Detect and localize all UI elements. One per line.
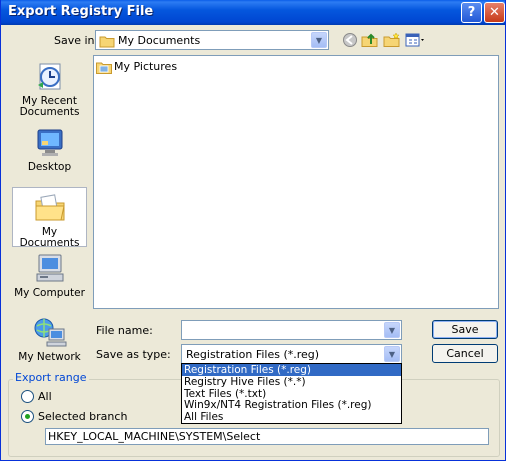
selected-branch-label[interactable]: Selected branch <box>38 410 127 423</box>
save-as-type-dropdown[interactable]: Registration Files (*.reg) ▼ <box>181 344 402 364</box>
export-registry-dialog: Export Registry File ? ✕ Save in: My Doc… <box>0 0 506 461</box>
selected-branch-radio[interactable] <box>21 410 34 423</box>
place-my-network[interactable]: My Network <box>12 317 87 363</box>
place-my-computer[interactable]: My Computer <box>12 253 87 305</box>
places-bar: My Recent Documents Desktop My Documents <box>12 53 87 363</box>
all-label[interactable]: All <box>38 390 52 403</box>
back-icon[interactable] <box>341 32 359 48</box>
dropdown-option[interactable]: Win9x/NT4 Registration Files (*.reg) <box>182 399 401 411</box>
file-name-label: File name: <box>96 324 153 337</box>
desktop-icon <box>37 129 62 156</box>
up-one-level-icon[interactable] <box>361 32 379 48</box>
folder-icon <box>99 36 115 48</box>
all-radio[interactable] <box>21 390 34 403</box>
my-computer-icon <box>36 254 63 282</box>
help-button[interactable]: ? <box>461 2 482 23</box>
cancel-button[interactable]: Cancel <box>432 344 498 363</box>
branch-path-value: HKEY_LOCAL_MACHINE\SYSTEM\Select <box>48 430 261 443</box>
dropdown-option[interactable]: All Files <box>182 411 401 423</box>
close-button[interactable]: ✕ <box>484 2 505 23</box>
place-recent-documents[interactable]: My Recent Documents <box>12 61 87 121</box>
new-folder-icon[interactable] <box>383 32 401 48</box>
file-name-input[interactable]: ▼ <box>181 320 402 340</box>
file-name: My Pictures <box>114 60 178 73</box>
save-as-type-options-list[interactable]: Registration Files (*.reg) Registry Hive… <box>181 363 402 424</box>
chevron-down-icon[interactable]: ▼ <box>384 346 400 362</box>
window-title: Export Registry File <box>8 4 154 19</box>
place-label: My Documents <box>19 226 80 249</box>
place-label: Desktop <box>27 161 72 173</box>
selected-branch-input[interactable]: HKEY_LOCAL_MACHINE\SYSTEM\Select <box>45 428 489 445</box>
views-menu-icon[interactable] <box>405 32 427 48</box>
my-network-icon <box>34 318 66 347</box>
chevron-down-icon[interactable]: ▼ <box>311 32 327 48</box>
file-list[interactable]: My Pictures <box>93 55 499 309</box>
save-in-label: Save in: <box>54 34 99 47</box>
place-label: My Computer <box>14 287 85 299</box>
place-my-documents[interactable]: My Documents <box>12 187 87 249</box>
dropdown-option[interactable]: Text Files (*.txt) <box>182 388 401 400</box>
recent-documents-icon <box>37 63 60 90</box>
save-as-type-value: Registration Files (*.reg) <box>186 348 320 361</box>
save-in-value: My Documents <box>118 34 201 47</box>
save-in-dropdown[interactable]: My Documents ▼ <box>95 30 329 50</box>
title-bar[interactable]: Export Registry File ? ✕ <box>1 0 505 25</box>
save-as-type-label: Save as type: <box>96 348 171 361</box>
chevron-down-icon[interactable]: ▼ <box>384 322 400 338</box>
dropdown-option[interactable]: Registry Hive Files (*.*) <box>182 376 401 388</box>
dropdown-option[interactable]: Registration Files (*.reg) <box>182 364 401 376</box>
save-button[interactable]: Save <box>432 320 498 339</box>
folder-icon <box>96 62 112 74</box>
export-range-title: Export range <box>13 371 89 384</box>
place-label: My Recent Documents <box>19 95 80 118</box>
place-label: My Network <box>18 351 81 363</box>
my-documents-icon <box>35 194 65 221</box>
list-item[interactable]: My Pictures <box>96 60 177 74</box>
place-desktop[interactable]: Desktop <box>12 127 87 175</box>
